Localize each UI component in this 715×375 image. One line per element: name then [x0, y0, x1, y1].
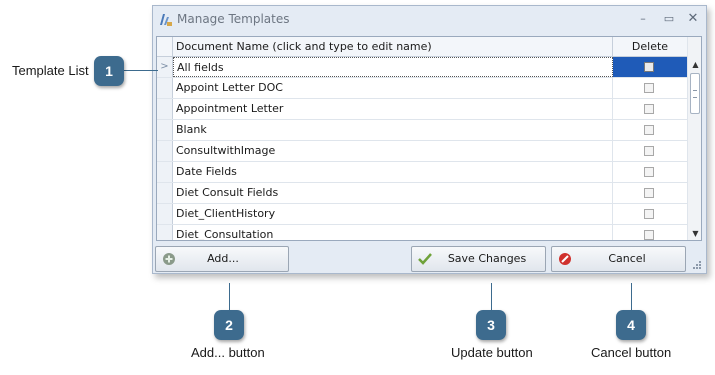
template-row[interactable]: Diet_ClientHistory — [157, 204, 687, 225]
callout-badge-4: 4 — [616, 310, 646, 340]
row-indicator-cell[interactable]: > — [157, 57, 173, 77]
template-name-cell[interactable]: Diet_Consultation — [173, 225, 613, 240]
cancel-label: Cancel — [608, 252, 646, 265]
resize-grip-icon[interactable] — [692, 260, 702, 270]
delete-checkbox[interactable] — [644, 209, 654, 219]
row-indicator-cell[interactable] — [157, 99, 173, 119]
row-indicator-cell[interactable] — [157, 120, 173, 140]
minimize-button[interactable]: – — [635, 11, 651, 27]
row-indicator-cell[interactable] — [157, 204, 173, 224]
save-changes-label: Save Changes — [447, 252, 527, 265]
template-row[interactable]: Appoint Letter DOC — [157, 78, 687, 99]
template-name-cell[interactable]: Diet Consult Fields — [173, 183, 613, 203]
save-changes-button[interactable]: Save Changes — [411, 246, 546, 272]
delete-cell — [613, 162, 687, 182]
grid-header: Document Name (click and type to edit na… — [157, 37, 687, 57]
template-row[interactable]: Blank — [157, 120, 687, 141]
template-row[interactable]: Date Fields — [157, 162, 687, 183]
scroll-thumb[interactable] — [690, 73, 700, 114]
maximize-button[interactable]: ▭ — [661, 11, 677, 27]
add-button[interactable]: Add... — [155, 246, 289, 272]
manage-templates-dialog: Manage Templates – ▭ ✕ Document Name (cl… — [152, 5, 707, 274]
delete-cell — [613, 120, 687, 140]
check-mark-icon — [418, 253, 432, 265]
row-indicator-cell[interactable] — [157, 78, 173, 98]
cancel-button[interactable]: Cancel — [551, 246, 686, 272]
add-button-label: Add... — [207, 252, 239, 265]
title-bar: Manage Templates – ▭ ✕ — [153, 6, 706, 32]
callout-connector-line — [631, 283, 632, 311]
row-indicator-cell[interactable] — [157, 162, 173, 182]
callout-badge-1: 1 — [94, 56, 124, 86]
callout-add-label: Add... button — [191, 345, 265, 360]
template-row[interactable]: Diet_Consultation — [157, 225, 687, 240]
scroll-down-arrow-icon[interactable]: ▼ — [691, 229, 700, 238]
delete-cell — [613, 99, 687, 119]
template-name-cell[interactable]: Diet_ClientHistory — [173, 204, 613, 224]
template-name-cell[interactable]: Appointment Letter — [173, 99, 613, 119]
callout-badge-3: 3 — [476, 310, 506, 340]
delete-cell — [613, 225, 687, 240]
callout-connector-line — [120, 70, 158, 71]
scroll-up-arrow-icon[interactable]: ▲ — [691, 60, 700, 69]
template-row[interactable]: Appointment Letter — [157, 99, 687, 120]
callout-update-label: Update button — [451, 345, 533, 360]
cancel-icon — [559, 253, 571, 265]
template-row[interactable]: Diet Consult Fields — [157, 183, 687, 204]
header-indicator-cell — [157, 37, 173, 56]
close-button[interactable]: ✕ — [685, 11, 701, 27]
callout-connector-line — [229, 283, 230, 311]
callout-badge-2: 2 — [214, 310, 244, 340]
template-name-cell[interactable]: All fields — [173, 57, 613, 77]
delete-checkbox[interactable] — [644, 83, 654, 93]
delete-checkbox[interactable] — [644, 104, 654, 114]
callout-cancel-label: Cancel button — [591, 345, 672, 360]
templates-app-icon — [160, 14, 172, 26]
name-column-header[interactable]: Document Name (click and type to edit na… — [173, 37, 613, 56]
delete-checkbox[interactable] — [644, 230, 654, 240]
delete-column-header[interactable]: Delete — [613, 37, 687, 56]
template-row[interactable]: > All fields — [157, 57, 687, 78]
delete-checkbox[interactable] — [644, 188, 654, 198]
template-name-cell[interactable]: Blank — [173, 120, 613, 140]
delete-checkbox[interactable] — [644, 125, 654, 135]
delete-cell — [613, 141, 687, 161]
callout-connector-line — [491, 283, 492, 311]
template-row[interactable]: ConsultwithImage — [157, 141, 687, 162]
row-indicator-cell[interactable] — [157, 183, 173, 203]
callout-template-list-label: Template List — [12, 63, 89, 78]
window-title: Manage Templates — [177, 12, 290, 26]
delete-cell — [613, 57, 687, 77]
template-grid[interactable]: Document Name (click and type to edit na… — [156, 36, 702, 241]
delete-cell — [613, 183, 687, 203]
delete-cell — [613, 78, 687, 98]
template-name-cell[interactable]: ConsultwithImage — [173, 141, 613, 161]
template-name-cell[interactable]: Date Fields — [173, 162, 613, 182]
template-name-cell[interactable]: Appoint Letter DOC — [173, 78, 613, 98]
delete-cell — [613, 204, 687, 224]
vertical-scrollbar[interactable]: ▲ ▼ — [687, 37, 701, 240]
row-indicator-cell[interactable] — [157, 141, 173, 161]
delete-checkbox[interactable] — [644, 62, 654, 72]
row-indicator-cell[interactable] — [157, 225, 173, 240]
delete-checkbox[interactable] — [644, 167, 654, 177]
delete-checkbox[interactable] — [644, 146, 654, 156]
